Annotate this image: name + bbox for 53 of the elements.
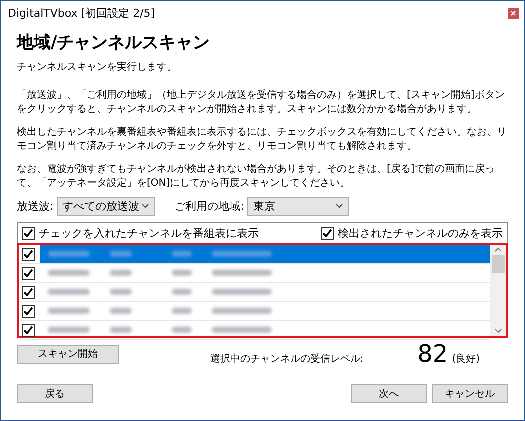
field-label: ご利用の地域: [174, 199, 244, 214]
blurred-text [110, 327, 132, 333]
checkbox[interactable] [22, 304, 35, 318]
back-button[interactable]: 戻る [17, 384, 93, 403]
option-label[interactable]: 検出されたチャンネルのみを表示 [338, 226, 503, 240]
cancel-button[interactable]: キャンセル [432, 384, 508, 403]
blurred-text [212, 270, 272, 276]
scrollbar[interactable] [490, 245, 506, 336]
instruction-text: なお、電波が強すぎてもチャンネルが検出されない場合があります。そのときは、[戻る]で前の画面に戻って、「アッテネータ設定」を[ON]にしてから再度スキャンしてください。 [17, 163, 496, 191]
window-title: DigitalTVbox [初回設定 2/5] [8, 6, 156, 20]
level-status: (良好) [452, 352, 480, 366]
blurred-text [110, 270, 132, 276]
scan-start-button[interactable]: スキャン開始 [17, 344, 119, 364]
blurred-text [172, 289, 192, 295]
blurred-text [172, 251, 192, 257]
blurred-text [48, 251, 90, 257]
blurred-text [110, 308, 132, 314]
blurred-text [172, 327, 192, 333]
dropdown[interactable]: 東京 [247, 197, 350, 216]
page-heading: 地域/チャンネルスキャン [17, 32, 212, 54]
blurred-text [110, 251, 132, 257]
level-label: 選択中のチャンネルの受信レベル: [210, 352, 364, 366]
checkbox[interactable] [22, 286, 35, 298]
blurred-text [212, 308, 272, 314]
checkbox[interactable] [22, 266, 35, 280]
caret-icon [336, 204, 344, 209]
checkbox[interactable] [321, 226, 334, 240]
blurred-text [172, 270, 192, 276]
field-label: 放送波: [17, 199, 54, 214]
blurred-text [172, 308, 192, 314]
dropdown[interactable]: すべての放送波 [56, 197, 155, 216]
blurred-text [48, 327, 90, 333]
blurred-text [110, 289, 132, 295]
checkbox[interactable] [22, 226, 35, 240]
next-button[interactable]: 次へ [351, 384, 427, 403]
checkbox[interactable] [22, 324, 35, 336]
channel-row[interactable] [19, 245, 490, 264]
close-icon[interactable] [508, 8, 519, 18]
channel-row[interactable] [19, 321, 490, 340]
level-value: 82 [418, 340, 448, 368]
scroll-thumb[interactable] [492, 255, 504, 273]
option-label[interactable]: チェックを入れたチャンネルを番組表に表示 [39, 226, 259, 240]
blurred-text [212, 327, 272, 333]
blurred-text [48, 289, 90, 295]
blurred-text [212, 251, 272, 257]
blurred-text [48, 308, 90, 314]
caret-icon [142, 204, 149, 209]
intro-text: チャンネルスキャンを実行します。 [17, 61, 178, 75]
blurred-text [48, 270, 90, 276]
instruction-text: 検出したチャンネルを裏番組表や番組表に表示するには、チェックボックスを有効にしてください。なお、リモコン割り当て済みチャンネルのチェックを外すと、リモコン割り当ても解除されます。 [17, 126, 508, 154]
blurred-text [212, 289, 272, 295]
checkbox[interactable] [22, 248, 35, 260]
instruction-text: 「放送波」、「ご利用の地域」（地上デジタル放送を受信する場合のみ）を選択して、[スキャン開始]ボタンをクリックすると、チャンネルのスキャンが開始されます。スキャンには数分かかる場合があります。 [17, 89, 506, 117]
